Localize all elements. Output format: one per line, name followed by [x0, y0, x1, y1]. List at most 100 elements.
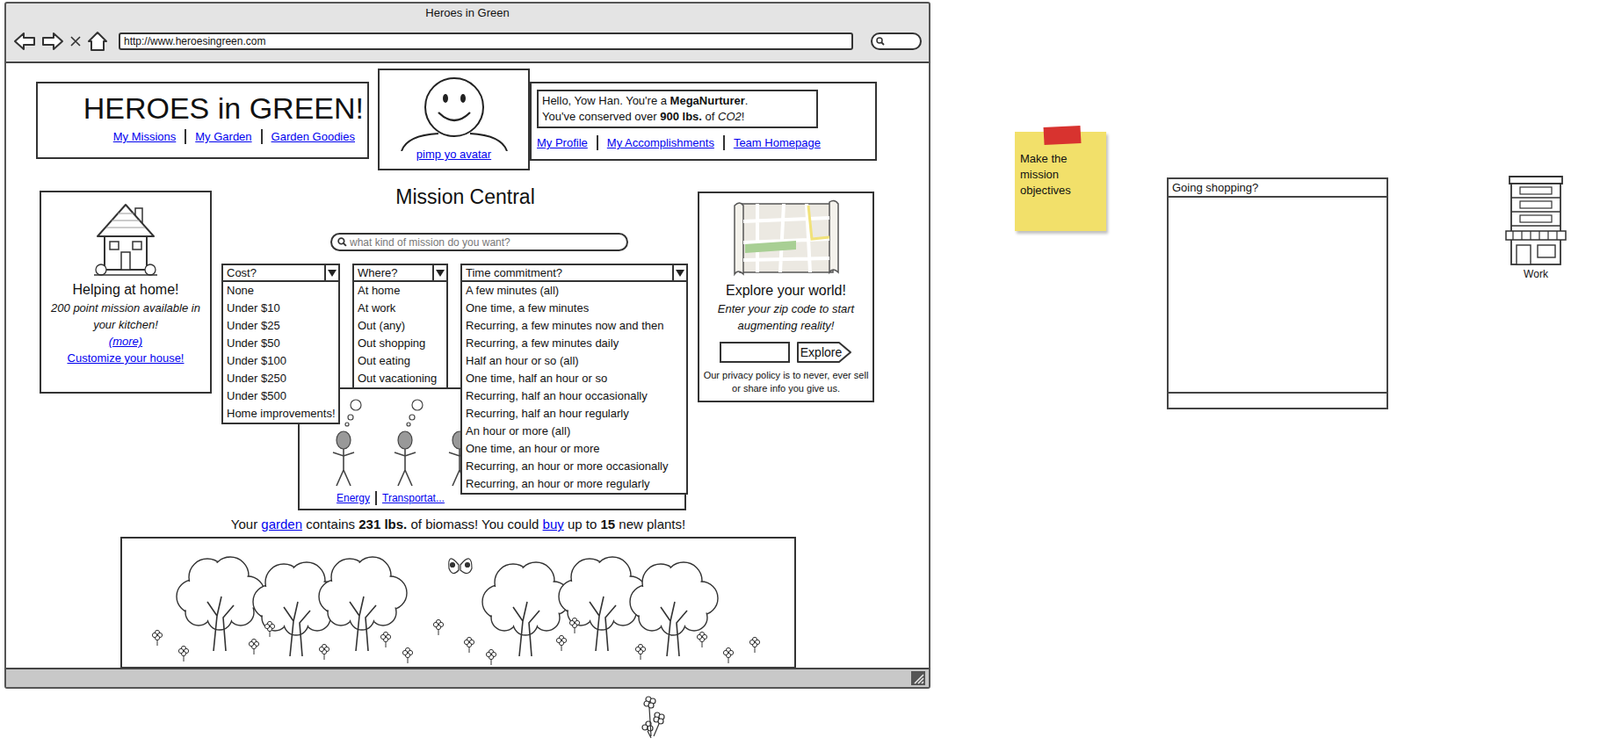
- stop-icon[interactable]: [69, 35, 82, 48]
- browser-search[interactable]: [870, 32, 922, 51]
- avatar-link[interactable]: pimp yo avatar: [416, 147, 492, 161]
- dropdown-option[interactable]: Out vacationing: [354, 369, 447, 388]
- zip-input[interactable]: [719, 341, 790, 363]
- zip-row: Explore: [719, 340, 854, 364]
- store-label: Work: [1523, 267, 1549, 281]
- privacy-note: Our privacy policy is to never, ever sel…: [702, 369, 869, 396]
- dropdown-option[interactable]: Half an hour or so (all): [462, 352, 687, 370]
- forward-icon[interactable]: [41, 31, 65, 51]
- explore-label: Explore: [800, 345, 848, 360]
- category-link[interactable]: Transportat...: [375, 491, 450, 506]
- category-link[interactable]: Energy: [331, 491, 376, 506]
- explore-text: Enter your zip code to start augmenting …: [702, 300, 869, 334]
- profile-links: My ProfileMy AccomplishmentsTeam Homepag…: [528, 135, 872, 151]
- resize-grip-icon[interactable]: [911, 671, 926, 686]
- status-bar: [6, 669, 929, 688]
- mission-search-input[interactable]: [349, 236, 627, 249]
- dropdown-option[interactable]: Under $10: [223, 299, 339, 318]
- dropdown-arrow-icon[interactable]: [672, 265, 687, 281]
- magnifier-icon: [337, 237, 348, 247]
- filter-dropdown[interactable]: Time commitment?A few minutes (all)One t…: [460, 263, 688, 283]
- dropdown-option[interactable]: Under $25: [223, 317, 339, 335]
- dropdown-list: NoneUnder $10Under $25Under $50Under $10…: [221, 280, 341, 425]
- dropdown-header[interactable]: Cost?: [221, 263, 341, 283]
- text-segment: 15: [600, 516, 616, 532]
- shopping-body: [1168, 197, 1387, 392]
- greeting-line: Hello, Yow Han. You're a MegaNurturer.: [542, 93, 813, 109]
- dropdown-option[interactable]: Recurring, half an hour occasionally: [462, 387, 687, 406]
- sticky-note[interactable]: Make the mission objectives: [1014, 131, 1107, 232]
- back-icon[interactable]: [13, 31, 37, 51]
- dropdown-option[interactable]: Under $100: [223, 352, 339, 370]
- nav-link[interactable]: My Missions: [104, 129, 186, 145]
- dropdown-option[interactable]: Recurring, a few minutes now and then: [462, 317, 687, 335]
- dropdown-option[interactable]: Under $500: [223, 387, 339, 406]
- dropdown-option[interactable]: Recurring, an hour or more occasionally: [462, 457, 687, 476]
- dropdown-option[interactable]: One time, an hour or more: [462, 440, 687, 458]
- dropdown-option[interactable]: Out (any): [354, 317, 447, 335]
- filter-dropdown[interactable]: Cost?NoneUnder $10Under $25Under $50Unde…: [221, 263, 341, 283]
- dropdown-option[interactable]: Under $50: [223, 334, 339, 353]
- dropdown-header[interactable]: Where?: [352, 263, 449, 283]
- garden-section: Your garden contains 231 lbs. of biomass…: [120, 515, 797, 669]
- dropdown-label: Where?: [357, 266, 433, 280]
- dropdown-arrow-icon[interactable]: [324, 265, 339, 281]
- dropdown-option[interactable]: One time, half an hour or so: [462, 369, 687, 388]
- text-segment: Your: [231, 516, 261, 532]
- store-node[interactable]: Work: [1498, 173, 1574, 281]
- text-segment: 231 lbs.: [358, 516, 407, 532]
- nav-link[interactable]: My Profile: [528, 135, 597, 151]
- nav-link[interactable]: My Garden: [184, 129, 261, 145]
- inline-link[interactable]: garden: [260, 516, 303, 532]
- dropdown-list: A few minutes (all)One time, a few minut…: [460, 280, 688, 495]
- dropdown-option[interactable]: Out shopping: [354, 334, 447, 353]
- address-bar[interactable]: http://www.heroesingreen.com: [118, 32, 854, 51]
- header: HEROES in GREEN! My MissionsMy GardenGar…: [36, 68, 929, 171]
- dropdown-option[interactable]: At work: [354, 299, 447, 318]
- nav-link[interactable]: My Accomplishments: [596, 135, 724, 151]
- customize-link[interactable]: Customize your house!: [67, 349, 185, 367]
- inline-link[interactable]: buy: [542, 516, 565, 532]
- dropdown-option[interactable]: A few minutes (all): [462, 282, 687, 300]
- shopping-panel: Going shopping?: [1166, 177, 1389, 410]
- dropdown-option[interactable]: At home: [354, 282, 447, 300]
- more-link[interactable]: (more): [108, 333, 143, 350]
- greeting: Hello, Yow Han. You're a MegaNurturer.Yo…: [536, 89, 819, 129]
- explore-panel: Explore your world! Enter your zip code …: [697, 191, 875, 403]
- store-icon: [1502, 173, 1570, 268]
- shopping-footer: [1168, 391, 1387, 408]
- dropdown-option[interactable]: Recurring, a few minutes daily: [462, 334, 687, 353]
- main-links: My MissionsMy GardenGarden Goodies: [41, 129, 364, 145]
- dropdown-header[interactable]: Time commitment?: [460, 263, 688, 283]
- nav-link[interactable]: Team Homepage: [723, 135, 830, 151]
- page-content: HEROES in GREEN! My MissionsMy GardenGar…: [6, 61, 929, 670]
- category-links: EnergyTransportat...: [331, 491, 450, 506]
- text-segment: Hello, Yow Han. You're a: [542, 94, 671, 108]
- dropdown-option[interactable]: An hour or more (all): [462, 422, 687, 441]
- filter-row: Cost?NoneUnder $10Under $25Under $50Unde…: [211, 263, 698, 283]
- tape-icon: [1043, 125, 1082, 145]
- nav-bar: http://www.heroesingreen.com: [6, 21, 929, 62]
- text-segment: You've conserved over: [542, 109, 660, 124]
- greeting-line: You've conserved over 900 lbs. of CO2!: [542, 108, 813, 125]
- dropdown-option[interactable]: Recurring, an hour or more regularly: [462, 475, 687, 493]
- explore-button[interactable]: Explore: [795, 340, 854, 364]
- filter-dropdown[interactable]: Where?At homeAt workOut (any)Out shoppin…: [352, 263, 449, 283]
- dropdown-option[interactable]: One time, a few minutes: [462, 299, 687, 318]
- logo: HEROES in GREEN!: [41, 90, 364, 126]
- home-title: Helping at home!: [72, 282, 180, 298]
- dropdown-arrow-icon[interactable]: [432, 265, 447, 281]
- nav-link[interactable]: Garden Goodies: [260, 129, 364, 145]
- dropdown-option[interactable]: Recurring, half an hour regularly: [462, 405, 687, 423]
- home-text: 200 point mission available in your kitc…: [44, 299, 207, 334]
- title-bar: Heroes in Green: [6, 3, 929, 22]
- dropdown-option[interactable]: None: [223, 282, 339, 300]
- dropdown-option[interactable]: Out eating: [354, 352, 447, 370]
- home-icon[interactable]: [86, 30, 109, 52]
- dropdown-option[interactable]: Under $250: [223, 369, 339, 388]
- mission-search: [330, 232, 629, 252]
- text-segment: new plants!: [615, 516, 686, 532]
- text-segment: !: [741, 109, 746, 124]
- main-row: Helping at home! 200 point mission avail…: [39, 190, 929, 511]
- dropdown-option[interactable]: Home improvements!: [223, 405, 339, 423]
